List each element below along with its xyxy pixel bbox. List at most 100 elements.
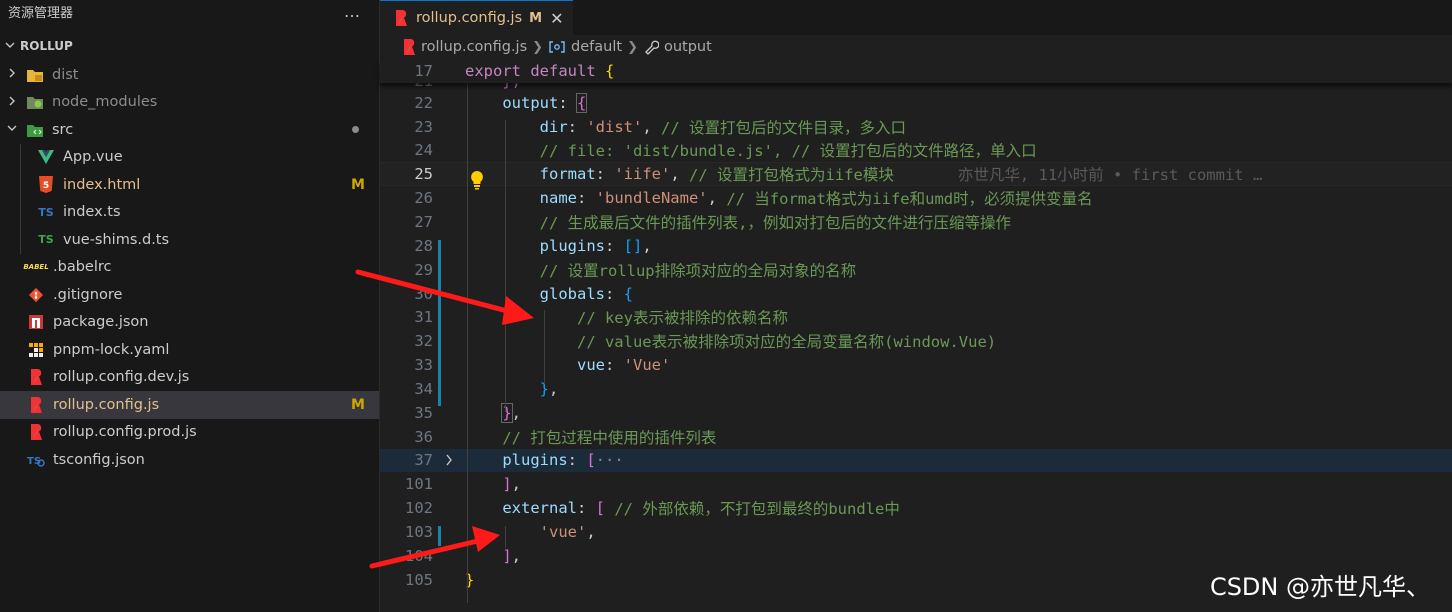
line-number: 25 (414, 165, 433, 184)
code-token: 'Vue' (623, 356, 671, 375)
chevron-down-icon[interactable] (4, 39, 20, 54)
html5-icon: 5 (36, 175, 56, 194)
tree-item-label: node_modules (52, 94, 158, 111)
tree-item-index-html[interactable]: 5 index.html M (0, 171, 379, 199)
code-line: 30 globals: { (380, 282, 1452, 306)
code-token: [ (595, 499, 605, 518)
indent-guide (544, 310, 545, 384)
lightbulb-icon[interactable] (469, 170, 485, 190)
line-number: 37 (414, 451, 433, 470)
chevron-right-icon: ❯ (627, 39, 638, 55)
tree-item-vue-shims[interactable]: TS vue-shims.d.ts (0, 226, 379, 254)
tree-item-package-json[interactable]: package.json (0, 309, 379, 337)
code-token: external (502, 499, 577, 518)
more-actions-icon[interactable]: … (344, 2, 361, 21)
tab-rollup-config[interactable]: rollup.config.js M ✕ (380, 0, 574, 35)
tree-item-label: index.html (63, 176, 141, 193)
tree-item-src[interactable]: src (0, 116, 379, 144)
vue-icon (36, 148, 56, 166)
tree-item-pnpm-lock[interactable]: pnpm-lock.yaml (0, 336, 379, 364)
ts-icon: TS (38, 205, 54, 219)
workspace-root-label: ROLLUP (20, 39, 73, 53)
code-line: 34 }, (380, 377, 1452, 401)
code-token: dir (539, 117, 568, 136)
tree-item-gitignore[interactable]: .gitignore (0, 281, 379, 309)
code-line: 102 external: [ // 外部依赖，不打包到最终的bundle中 (380, 496, 1452, 520)
code-token: } (501, 402, 513, 423)
indent-guide (505, 120, 506, 412)
indent-guide (505, 526, 506, 548)
wrench-icon (643, 39, 659, 55)
close-icon[interactable]: ✕ (550, 9, 563, 28)
rollup-icon (402, 38, 416, 56)
code-comment: // file: 'dist/bundle.js', // 设置打包后的文件路径… (539, 142, 1037, 161)
explorer-sidebar: 资源管理器 … ROLLUP dist node_modules src App… (0, 0, 380, 612)
code-token: 'vue' (539, 522, 587, 541)
code-line: 23 dir: 'dist', // 设置打包后的文件目录，多入口 (380, 115, 1452, 139)
tab-bar: rollup.config.js M ✕ (380, 0, 1452, 35)
babel-icon: BABEL (23, 263, 49, 272)
tree-item-label: .babelrc (53, 259, 112, 276)
git-change-bar[interactable] (438, 526, 441, 546)
code-line: 24 // file: 'dist/bundle.js', // 设置打包后的文… (380, 139, 1452, 163)
code-line: 101 ], (380, 472, 1452, 496)
line-number: 26 (414, 189, 433, 208)
code-token: : (558, 93, 577, 112)
code-token: 'iife' (614, 165, 671, 184)
code-line: 32 // value表示被排除项对应的全局变量名称(window.Vue) (380, 329, 1452, 353)
code-token: : (576, 189, 596, 208)
chevron-right-icon[interactable] (4, 95, 20, 110)
tree-item-dist[interactable]: dist (0, 61, 379, 89)
line-number: 23 (414, 117, 433, 136)
pnpm-icon (26, 341, 46, 359)
tree-item-babelrc[interactable]: BABEL .babelrc (0, 254, 379, 282)
line-number: 36 (414, 427, 433, 446)
rollup-icon (394, 9, 408, 27)
tree-item-node-modules[interactable]: node_modules (0, 89, 379, 117)
code-token: plugins (502, 451, 568, 470)
code-line: 31 // key表示被排除的依赖名称 (380, 305, 1452, 329)
chevron-right-icon[interactable] (444, 453, 454, 471)
line-number: 35 (414, 403, 433, 422)
tree-item-label: .gitignore (53, 286, 123, 303)
git-change-bar[interactable] (438, 240, 441, 406)
code-line: 29 // 设置rollup排除项对应的全局对象的名称 (380, 258, 1452, 282)
git-blame-annotation[interactable]: 亦世凡华, 11小时前 • first commit … (958, 163, 1262, 185)
tree-item-rollup-config-prod[interactable]: rollup.config.prod.js (0, 419, 379, 447)
tree-item-index-ts[interactable]: TS index.ts (0, 199, 379, 227)
tree-item-label: rollup.config.dev.js (53, 369, 190, 386)
code-token: ] (502, 546, 512, 565)
workspace-root[interactable]: ROLLUP (0, 33, 379, 59)
editor-area: rollup.config.js M ✕ rollup.config.js ❯ … (380, 0, 1452, 612)
code-token: export (465, 61, 521, 80)
tree-item-rollup-config-dev[interactable]: rollup.config.dev.js (0, 364, 379, 392)
code-editor[interactable]: 17 export default { 21 }, 22 output: { 23… (380, 59, 1452, 592)
folded-ellipsis[interactable]: ··· (596, 451, 624, 469)
code-token: : (567, 117, 587, 136)
tree-item-rollup-config[interactable]: rollup.config.js M (0, 391, 379, 419)
file-tree: dist node_modules src App.vue 5 index.ht… (0, 61, 379, 474)
breadcrumb-file[interactable]: rollup.config.js (421, 39, 527, 55)
tree-item-tsconfig[interactable]: TS tsconfig.json (0, 446, 379, 474)
code-token: format (539, 165, 596, 184)
line-number: 105 (405, 570, 433, 589)
code-token: , (511, 403, 522, 422)
explorer-header: 资源管理器 … (0, 0, 379, 22)
breadcrumb-prop[interactable]: output (664, 39, 712, 55)
tree-item-label: tsconfig.json (53, 451, 145, 468)
line-number: 32 (414, 332, 433, 351)
tsconfig-icon: TS (26, 451, 46, 469)
code-token: : (604, 284, 624, 303)
code-comment: // 设置打包格式为iife模块 (689, 166, 894, 185)
chevron-right-icon[interactable] (4, 67, 20, 82)
code-token: : (567, 451, 587, 470)
tree-indent-guide (20, 144, 21, 254)
chevron-down-icon[interactable] (4, 122, 20, 137)
code-token: , (670, 165, 689, 184)
tree-item-label: rollup.config.js (53, 396, 160, 413)
code-comment: // 设置打包后的文件目录，多入口 (661, 118, 906, 137)
tree-item-app-vue[interactable]: App.vue (0, 144, 379, 172)
line-number: 31 (414, 308, 433, 327)
code-token: , (511, 546, 522, 565)
breadcrumb-symbol[interactable]: default (571, 39, 622, 55)
